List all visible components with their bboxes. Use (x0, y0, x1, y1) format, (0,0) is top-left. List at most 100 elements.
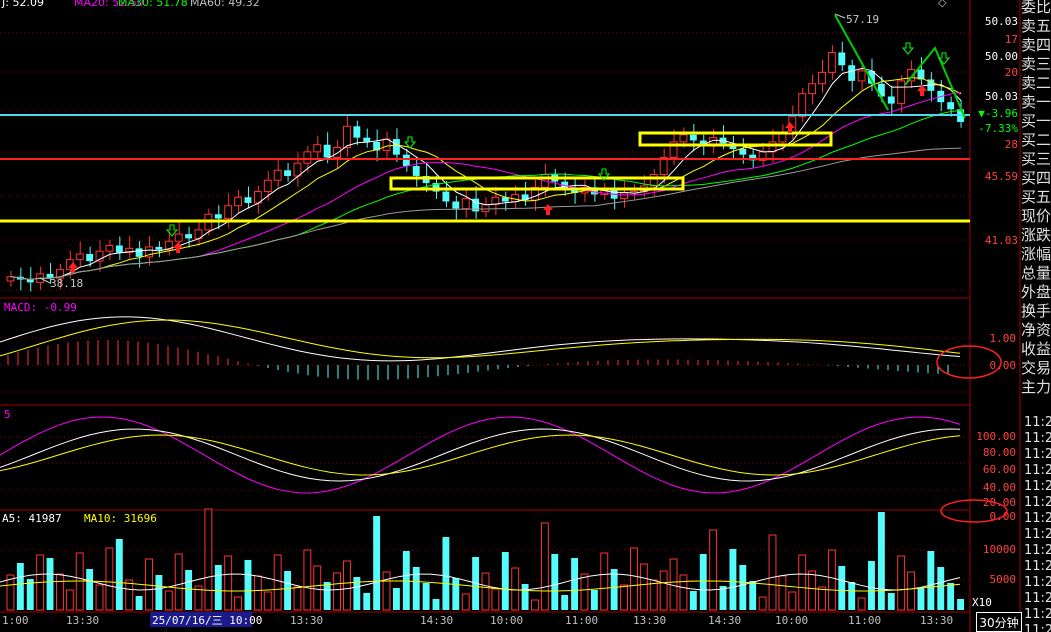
candle-body (382, 138, 391, 151)
volume-bar (135, 596, 143, 610)
volume-bar (402, 551, 410, 610)
tick-time: 11:2 (1024, 591, 1051, 606)
volume-bar (323, 582, 331, 610)
volume-bar (95, 584, 104, 611)
volume-bar (580, 573, 589, 611)
volume-bar (373, 516, 381, 610)
volume-bar (768, 534, 777, 611)
tick-time: 11:2 (1024, 463, 1051, 478)
candle-body (115, 245, 123, 253)
cursor-date-label: 25/07/16/三 10:00 (152, 614, 262, 627)
time-axis-label: 13:30 (290, 614, 323, 627)
volume-bar (16, 563, 24, 610)
volume-bar (293, 586, 302, 611)
volume-bar (253, 575, 262, 611)
candle-body (442, 191, 450, 202)
volume-bar (561, 595, 569, 610)
volume-bar (699, 554, 707, 610)
time-axis-label: 14:30 (708, 614, 741, 627)
volume-bar (342, 560, 351, 611)
candle-body (313, 144, 322, 153)
volume-bar (827, 549, 836, 611)
volume-bar (758, 596, 767, 611)
candle-body (689, 134, 697, 141)
volume-bar (363, 593, 371, 610)
volume-bar (868, 561, 875, 610)
candle-body (857, 70, 866, 82)
tick-time: 11:2 (1024, 495, 1051, 510)
volume-bar (333, 572, 341, 611)
ma10-legend: J: 52.09 (2, 0, 44, 9)
candle-body (333, 147, 341, 159)
volume-bar (224, 555, 233, 611)
volume-bar (501, 552, 509, 610)
volume-bar (818, 586, 826, 611)
candle-body (105, 244, 114, 252)
volume-bar (788, 591, 797, 611)
volume-bar (630, 547, 638, 611)
vol-ma5-label: A5: 41987 (2, 512, 62, 525)
candle-body (224, 205, 233, 220)
low-label: 38.18 (50, 277, 83, 290)
candle-body (342, 125, 351, 149)
time-axis-label: 13:30 (920, 614, 953, 627)
volume-bar (115, 539, 123, 610)
volume-bar (689, 591, 697, 610)
candle-body (659, 157, 668, 176)
volume-bar (382, 571, 391, 611)
period-selector[interactable]: 30分钟 (976, 612, 1022, 632)
volume-bar (234, 596, 243, 611)
volume-bar (610, 569, 618, 610)
candle-body (214, 214, 222, 219)
candle-body (263, 179, 272, 193)
kline-chart[interactable]: 57.1938.1850.031750.002050.03▼-3.96-7.33… (0, 0, 1051, 632)
volume-bar (947, 583, 955, 610)
ma30-legend: MA30: 51.78 (118, 0, 188, 9)
time-axis-label: 13:30 (66, 614, 99, 627)
time-axis-label: 11:00 (565, 614, 598, 627)
volume-bar (531, 599, 539, 611)
volume-bar (540, 522, 549, 611)
candle-body (392, 139, 400, 155)
time-axis-label: 11:00 (848, 614, 881, 627)
price-tick: ▼-3.96 (978, 107, 1018, 120)
volume-bar (46, 558, 54, 610)
price-tick: -7.33% (978, 122, 1018, 135)
volume-bar (600, 552, 609, 611)
time-axis-label: 14:30 (420, 614, 453, 627)
volume-bar (65, 589, 74, 611)
volume-bar (778, 575, 787, 611)
kdj-j (0, 416, 961, 494)
candle-body (284, 170, 292, 176)
volume-bar (461, 593, 470, 611)
high-label: 57.19 (846, 13, 879, 26)
volume-bar (917, 588, 925, 610)
sell-arrow-icon (901, 42, 915, 55)
volume-bar (55, 573, 64, 611)
volume-bar (649, 579, 658, 611)
vol-tick: 10000 (983, 543, 1016, 556)
volume-bar (481, 572, 490, 611)
volume-bar (848, 582, 856, 610)
price-tick: 45.59 (985, 170, 1018, 183)
price-tick: 50.00 (985, 50, 1018, 63)
kdj-label: 5 (4, 408, 11, 421)
price-tick: 41.03 (985, 234, 1018, 247)
diamond-icon[interactable]: ◇ (938, 0, 946, 9)
side-panel-item[interactable]: 主力 (1021, 376, 1051, 398)
kdj-tick: 20.00 (983, 496, 1016, 509)
volume-bar (808, 570, 817, 611)
volume-bar (887, 593, 895, 610)
volume-bar (927, 551, 935, 610)
candle-body (739, 149, 747, 155)
volume-bar (857, 597, 866, 611)
volume-bar (412, 567, 420, 610)
candle-body (491, 196, 500, 205)
tick-time: 11:2 (1024, 511, 1051, 526)
candle-body (947, 102, 955, 110)
price-tick: 50.03 (985, 15, 1018, 28)
price-tick: 28 (1005, 138, 1018, 151)
volume-bar (937, 567, 945, 610)
macd-label: MACD: -0.99 (4, 301, 77, 314)
candle-body (679, 134, 688, 143)
